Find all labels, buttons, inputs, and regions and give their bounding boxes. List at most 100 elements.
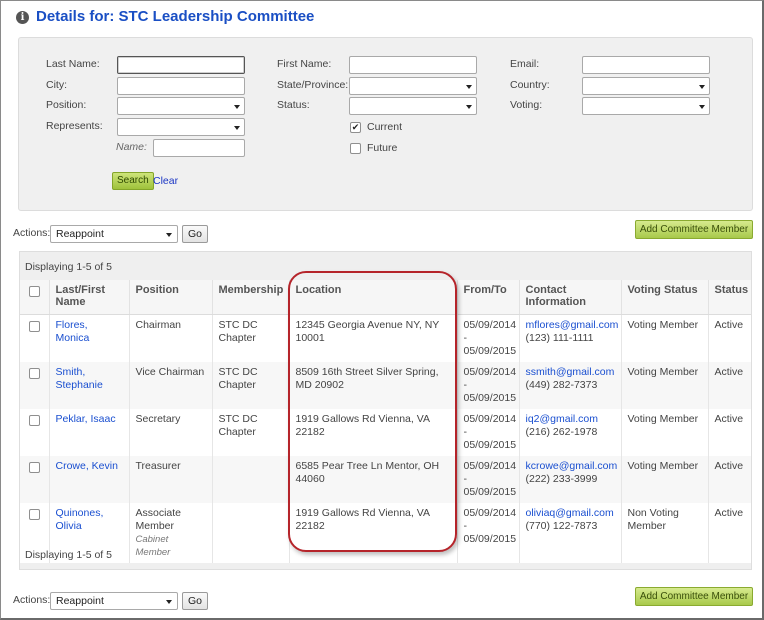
represents-name-input[interactable]	[153, 139, 245, 157]
email-input[interactable]	[582, 56, 710, 74]
state-select[interactable]	[349, 77, 477, 95]
last-name-input[interactable]	[117, 56, 245, 74]
clear-link[interactable]: Clear	[153, 175, 178, 187]
chevron-down-icon	[466, 85, 472, 89]
city-input[interactable]	[117, 77, 245, 95]
go-button[interactable]: Go	[182, 225, 208, 243]
position-cell: Vice Chairman	[129, 361, 213, 409]
row-select-cell	[20, 361, 50, 409]
membership-cell	[212, 502, 290, 563]
contact-cell: kcrowe@gmail.com (222) 233-3999	[519, 455, 622, 503]
email-link[interactable]: mflores@gmail.com	[526, 319, 619, 332]
email-link[interactable]: ssmith@gmail.com	[526, 366, 615, 379]
status-select[interactable]	[349, 97, 477, 115]
go-button-bottom[interactable]: Go	[182, 592, 208, 610]
select-all-checkbox[interactable]	[29, 286, 40, 297]
row-select-cell	[20, 314, 50, 362]
actions-select-value: Reappoint	[56, 595, 104, 607]
search-panel: Last Name: First Name: Email: City: Stat…	[18, 37, 753, 211]
row-checkbox[interactable]	[29, 508, 40, 520]
member-name-link[interactable]: Smith, Stephanie	[56, 366, 103, 391]
position-cell: Associate Member Cabinet Member	[129, 502, 213, 563]
membership-cell: STC DC Chapter	[212, 314, 290, 362]
row-checkbox[interactable]	[29, 461, 40, 473]
column-header[interactable]: From/To	[457, 280, 520, 315]
from-date: 05/09/2014	[463, 318, 517, 331]
voting-status-cell: Voting Member	[621, 408, 709, 456]
column-header[interactable]: Location	[289, 280, 458, 315]
future-checkbox[interactable]	[350, 143, 361, 154]
phone-text: (449) 282-7373	[525, 378, 598, 391]
member-name-link[interactable]: Flores, Monica	[56, 319, 90, 344]
add-committee-member-button-bottom[interactable]: Add Committee Member	[635, 587, 753, 606]
row-checkbox[interactable]	[29, 367, 40, 379]
row-checkbox[interactable]	[29, 414, 40, 426]
chevron-down-icon	[466, 105, 472, 109]
from-date: 05/09/2014	[463, 365, 517, 378]
contact-cell: oliviaq@gmail.com (770) 122-7873	[519, 502, 622, 563]
date-separator: -	[463, 425, 468, 438]
to-date: 05/09/2015	[463, 438, 517, 451]
member-name-link[interactable]: Crowe, Kevin	[56, 460, 118, 472]
voting-status-cell: Voting Member	[621, 455, 709, 503]
position-cell: Secretary	[129, 408, 213, 456]
column-header[interactable]: Last/First Name	[49, 280, 130, 315]
contact-cell: mflores@gmail.com (123) 111-1111	[519, 314, 622, 362]
to-date: 05/09/2015	[463, 344, 517, 357]
row-checkbox[interactable]	[29, 320, 40, 332]
position-select[interactable]	[117, 97, 245, 115]
name-label: Name:	[116, 141, 147, 153]
page-title: Details for: STC Leadership Committee	[36, 8, 315, 25]
membership-cell	[212, 455, 290, 503]
membership-cell: STC DC Chapter	[212, 408, 290, 456]
date-separator: -	[463, 472, 468, 485]
email-link[interactable]: kcrowe@gmail.com	[526, 460, 618, 473]
from-date: 05/09/2014	[463, 506, 517, 519]
status-cell: Active	[714, 318, 744, 331]
last-name-label: Last Name:	[46, 58, 100, 70]
column-header[interactable]: Status	[708, 280, 751, 315]
phone-text: (770) 122-7873	[525, 519, 598, 532]
actions-select[interactable]: Reappoint	[50, 225, 178, 243]
voting-select[interactable]	[582, 97, 710, 115]
phone-text: (123) 111-1111	[525, 331, 594, 344]
country-select[interactable]	[582, 77, 710, 95]
position-cell: Chairman	[129, 314, 213, 362]
represents-select[interactable]	[117, 118, 245, 136]
current-label: Current	[367, 121, 403, 133]
date-separator: -	[463, 378, 468, 391]
position-label: Position:	[46, 99, 87, 111]
search-button[interactable]: Search	[112, 172, 154, 190]
contact-cell: iq2@gmail.com (216) 262-1978	[519, 408, 622, 456]
table-row: Flores, Monica Chairman STC DC Chapter 1…	[20, 314, 751, 362]
members-grid: Displaying 1-5 of 5 Last/First Name Posi…	[19, 251, 752, 570]
email-link[interactable]: iq2@gmail.com	[526, 413, 615, 426]
members-table: Last/First Name Position Membership Loca…	[20, 280, 751, 563]
first-name-input[interactable]	[349, 56, 477, 74]
position-text: Treasurer	[135, 459, 181, 472]
actions-select-bottom[interactable]: Reappoint	[50, 592, 178, 610]
column-header[interactable]: Contact Information	[519, 280, 622, 315]
status-cell: Active	[708, 361, 751, 409]
column-header[interactable]: Position	[129, 280, 213, 315]
table-row: Smith, Stephanie Vice Chairman STC DC Ch…	[20, 361, 751, 409]
table-row: Crowe, Kevin Treasurer 6585 Pear Tree Ln…	[20, 455, 751, 503]
current-checkbox[interactable]: ✔	[350, 122, 361, 133]
country-label: Country:	[510, 79, 550, 91]
from-date: 05/09/2014	[463, 412, 517, 425]
email-link[interactable]: oliviaq@gmail.com	[526, 507, 615, 520]
member-name-link[interactable]: Peklar, Isaac	[56, 413, 116, 425]
info-icon: i	[16, 11, 29, 24]
location-cell: 12345 Georgia Avenue NY, NY 10001	[289, 314, 458, 362]
member-name-link[interactable]: Quinones, Olivia	[56, 507, 104, 532]
status-label: Status:	[277, 99, 310, 111]
state-label: State/Province:	[277, 79, 349, 91]
column-header[interactable]: Voting Status	[621, 280, 709, 315]
column-header[interactable]: Membership	[212, 280, 290, 315]
add-committee-member-button[interactable]: Add Committee Member	[635, 220, 753, 239]
city-label: City:	[46, 79, 67, 91]
to-date: 05/09/2015	[463, 532, 517, 545]
chevron-down-icon	[234, 105, 240, 109]
chevron-down-icon	[234, 126, 240, 130]
position-text: Chairman	[135, 318, 182, 331]
